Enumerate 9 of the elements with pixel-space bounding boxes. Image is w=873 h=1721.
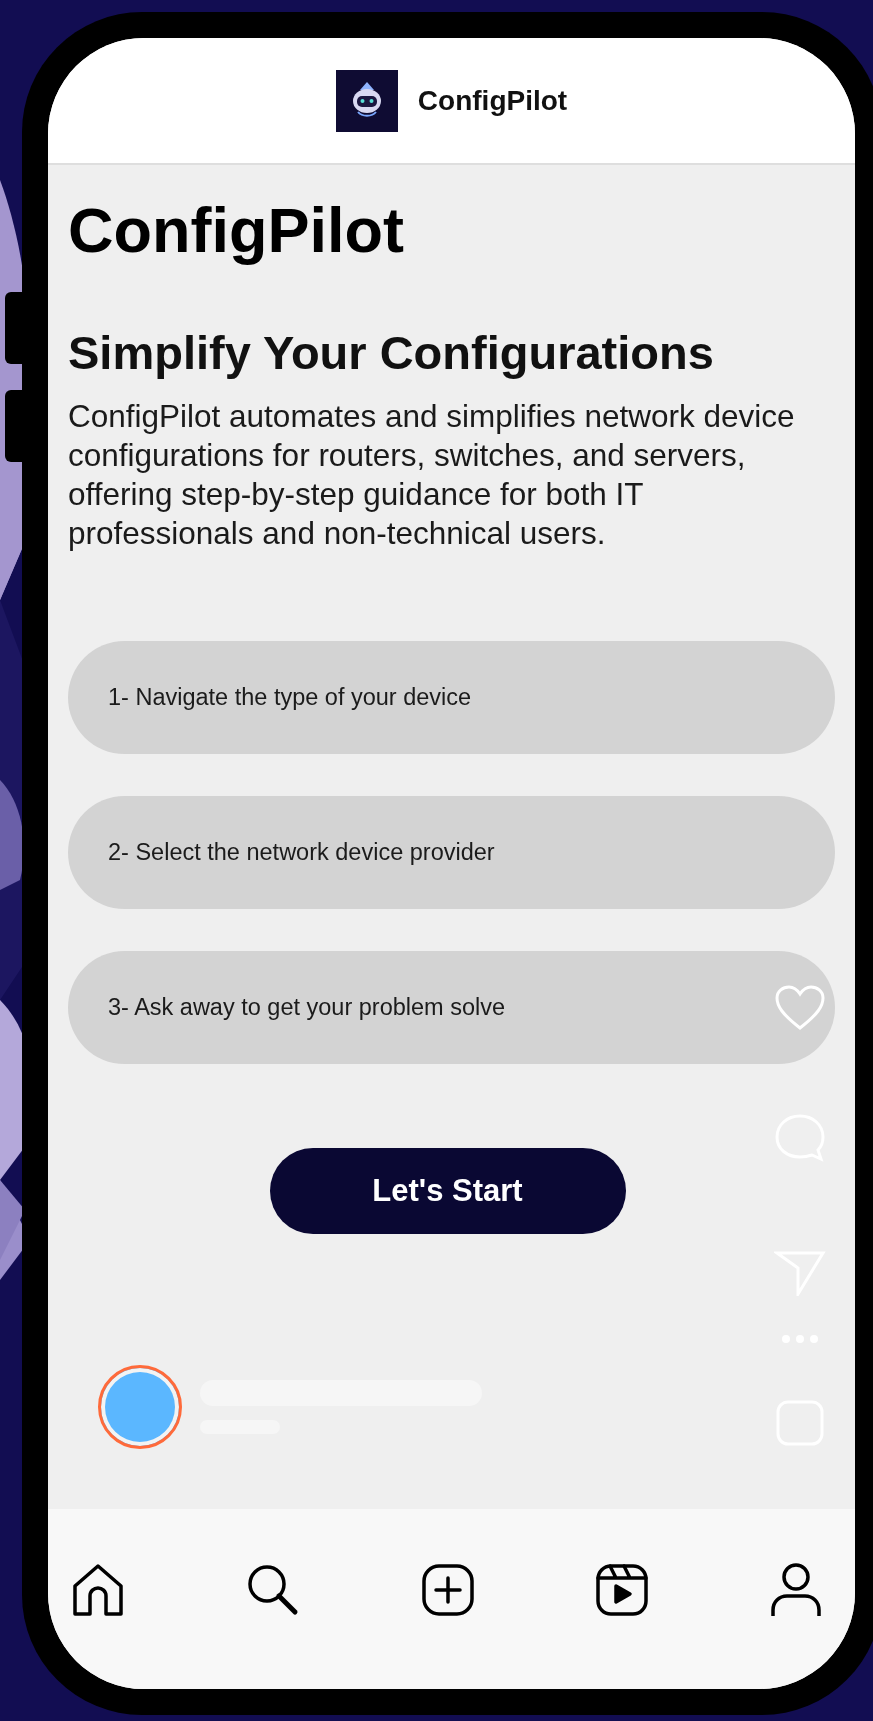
page-title: ConfigPilot [68, 194, 405, 267]
robot-logo [335, 69, 398, 132]
step-item: 1- Navigate the type of your device [68, 641, 835, 754]
step-item: 2- Select the network device provider [68, 796, 835, 909]
app-title: ConfigPilot [417, 84, 568, 117]
description-text: ConfigPilot automates and simplifies network device configurations for routers, switches, and servers, offering step-by-step guidance for both IT professionals and non-technical users. [68, 397, 796, 553]
page-subtitle: Simplify Your Configurations [68, 324, 715, 381]
step-item: 3- Ask away to get your problem solve [68, 951, 835, 1064]
start-button[interactable]: Let's Start [269, 1148, 626, 1234]
